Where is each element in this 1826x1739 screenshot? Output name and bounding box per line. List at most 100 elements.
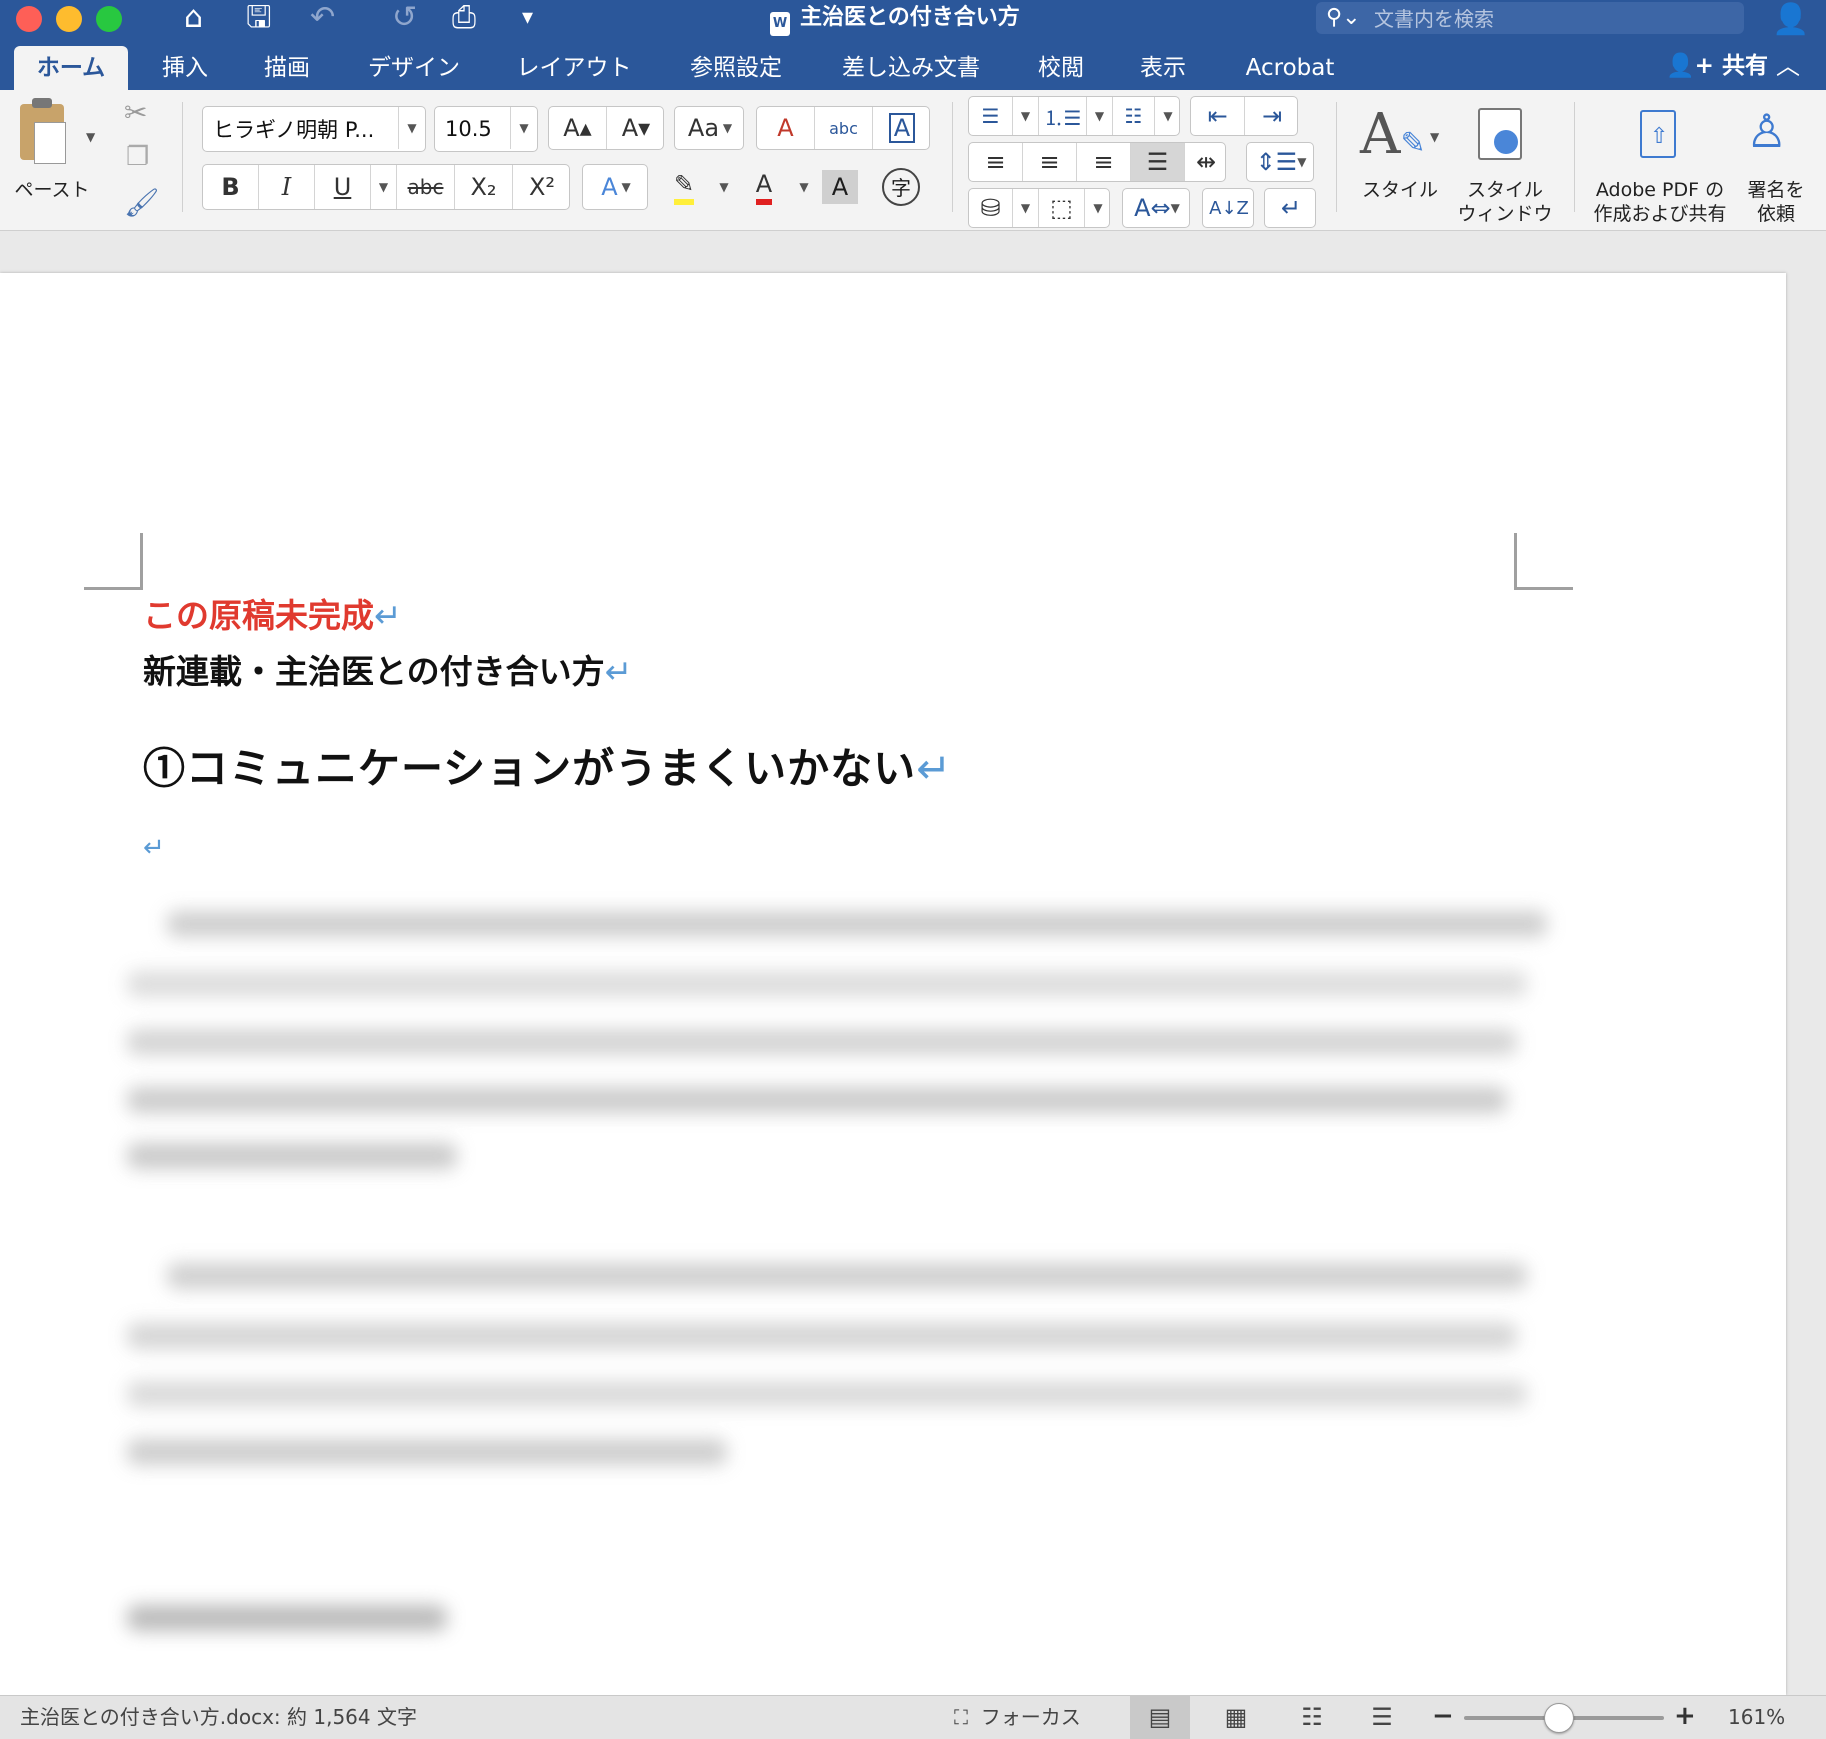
tab-design[interactable]: デザイン [356, 46, 472, 90]
styles-pane-icon[interactable] [1478, 108, 1522, 160]
bold-button[interactable]: B [203, 165, 259, 209]
document-page[interactable]: この原稿未完成↵ 新連載・主治医との付き合い方↵ ①コミュニケーションがうまくい… [0, 273, 1786, 1695]
tab-view[interactable]: 表示 [1128, 46, 1198, 90]
font-name-input[interactable] [211, 113, 395, 145]
styles-pane-label[interactable]: スタイル ウィンドウ [1452, 178, 1558, 226]
tab-home[interactable]: ホーム [14, 46, 128, 90]
draft-view-button[interactable]: ☰ [1352, 1696, 1412, 1739]
align-center-button[interactable]: ≡ [1023, 143, 1077, 181]
tab-references[interactable]: 参照設定 [680, 46, 792, 90]
grow-font-button[interactable]: A▴ [549, 107, 607, 149]
styles-options-caret[interactable]: ▼ [1430, 130, 1439, 144]
home-icon[interactable]: ⌂ [184, 0, 203, 36]
tab-acrobat[interactable]: Acrobat [1232, 46, 1348, 90]
highlight-options-caret[interactable]: ▼ [712, 164, 736, 210]
undo-icon[interactable]: ↶ [310, 0, 335, 36]
asian-layout-button[interactable]: A⇔ ▼ [1123, 189, 1191, 227]
underline-options-caret[interactable]: ▼ [371, 165, 397, 209]
zoom-in-button[interactable]: + [1674, 1696, 1696, 1737]
word-count[interactable]: 主治医との付き合い方.docx: 約 1,564 文字 [20, 1696, 417, 1739]
search-input[interactable] [1372, 4, 1736, 34]
italic-button[interactable]: I [259, 165, 315, 209]
align-left-button[interactable]: ≡ [969, 143, 1023, 181]
multilevel-list-button[interactable]: ☷ [1113, 97, 1155, 135]
article-title[interactable]: ①コミュニケーションがうまくいかない↵ [143, 735, 952, 796]
numbering-button[interactable]: ⒈☰ [1039, 97, 1087, 135]
copy-icon[interactable]: ❐ [126, 142, 149, 172]
character-shading-button[interactable]: A [822, 170, 858, 204]
paste-button-label[interactable]: ペースト [12, 178, 92, 202]
shading-button[interactable]: ⛁ [969, 189, 1013, 227]
font-size-combo[interactable]: ▼ [434, 106, 538, 152]
print-layout-view-button[interactable]: ▤ [1130, 1696, 1190, 1739]
phonetic-guide-button[interactable]: abc [815, 107, 873, 149]
styles-button-label[interactable]: スタイル [1352, 178, 1448, 202]
tab-review[interactable]: 校閲 [1026, 46, 1096, 90]
zoom-slider-thumb[interactable] [1544, 1703, 1574, 1733]
request-signature-label[interactable]: 署名を 依頼 [1736, 178, 1816, 226]
customize-toolbar-icon[interactable]: ▾ [522, 0, 533, 36]
tab-draw[interactable]: 描画 [252, 46, 322, 90]
enclose-characters-button[interactable]: 字 [882, 168, 920, 206]
zoom-out-button[interactable]: − [1432, 1696, 1454, 1737]
font-color-options-caret[interactable]: ▼ [792, 164, 816, 210]
text-effects-button[interactable]: A ▼ [583, 165, 649, 209]
show-formatting-marks-button[interactable]: ↵ [1265, 189, 1317, 227]
decrease-indent-button[interactable]: ⇤ [1191, 97, 1245, 135]
tab-insert[interactable]: 挿入 [150, 46, 220, 90]
clipboard-icon[interactable] [20, 98, 66, 164]
pdf-share-icon[interactable]: ⇧ [1640, 110, 1676, 158]
zoom-level[interactable]: 161% [1728, 1696, 1785, 1739]
collapse-ribbon-button[interactable]: ︿ [1776, 46, 1800, 86]
highlight-button[interactable]: ✎ [656, 164, 712, 210]
borders-button[interactable]: ⬚ [1039, 189, 1085, 227]
minimize-window-button[interactable] [56, 6, 82, 32]
multilevel-options-caret[interactable]: ▼ [1155, 97, 1181, 135]
tab-mailings[interactable]: 差し込み文書 [832, 46, 990, 90]
strikethrough-button[interactable]: abc [397, 165, 455, 209]
format-painter-icon[interactable]: 🖌 [124, 186, 160, 219]
shading-options-caret[interactable]: ▼ [1013, 189, 1039, 227]
close-window-button[interactable] [16, 6, 42, 32]
change-case-button[interactable]: Aa ▼ [675, 107, 745, 149]
numbering-options-caret[interactable]: ▼ [1087, 97, 1113, 135]
line-spacing-button[interactable]: ⇕☰ ▼ [1247, 143, 1315, 181]
adobe-pdf-button-label[interactable]: Adobe PDF の 作成および共有 [1584, 178, 1736, 226]
share-button[interactable]: 👤+ 共有 [1666, 46, 1768, 86]
superscript-button[interactable]: X² [513, 165, 571, 209]
styles-gallery-icon[interactable]: A✎ [1360, 102, 1426, 167]
clear-formatting-button[interactable]: A [757, 107, 815, 149]
underline-button[interactable]: U [315, 165, 371, 209]
subscript-button[interactable]: X₂ [455, 165, 513, 209]
account-icon[interactable]: 👤 [1772, 2, 1809, 37]
bullets-options-caret[interactable]: ▼ [1013, 97, 1039, 135]
distributed-button[interactable]: ⇹ [1185, 143, 1227, 181]
font-name-combo[interactable]: ▼ [202, 106, 426, 152]
document-canvas[interactable]: この原稿未完成↵ 新連載・主治医との付き合い方↵ ①コミュニケーションがうまくい… [0, 231, 1826, 1695]
increase-indent-button[interactable]: ⇥ [1245, 97, 1299, 135]
document-search[interactable]: ⚲⌄ [1316, 2, 1744, 34]
borders-options-caret[interactable]: ▼ [1085, 189, 1111, 227]
sort-button[interactable]: A↓Z [1203, 189, 1255, 227]
series-heading[interactable]: 新連載・主治医との付き合い方↵ [143, 645, 632, 693]
empty-paragraph[interactable]: ↵ [143, 833, 165, 863]
align-right-button[interactable]: ≡ [1077, 143, 1131, 181]
web-layout-view-button[interactable]: ▦ [1206, 1696, 1266, 1739]
print-icon[interactable]: ⎙ [452, 0, 476, 36]
cut-icon[interactable]: ✂ [124, 96, 147, 129]
character-border-button[interactable]: A [873, 107, 931, 149]
bullets-button[interactable]: ☰ [969, 97, 1013, 135]
font-size-input[interactable] [443, 113, 511, 145]
unfinished-note[interactable]: この原稿未完成↵ [143, 589, 402, 637]
tab-layout[interactable]: レイアウト [506, 46, 642, 90]
outline-view-button[interactable]: ☷ [1282, 1696, 1342, 1739]
focus-mode-button[interactable]: ⛶ フォーカス [954, 1696, 1081, 1739]
zoom-window-button[interactable] [96, 6, 122, 32]
chevron-down-icon[interactable]: ▼ [510, 107, 537, 149]
paste-options-caret[interactable]: ▼ [86, 130, 95, 144]
signature-request-icon[interactable]: ♙ [1746, 104, 1787, 158]
font-color-button[interactable]: A [736, 164, 792, 210]
justify-button[interactable]: ☰ [1131, 143, 1185, 181]
chevron-down-icon[interactable]: ▼ [398, 107, 425, 149]
save-icon[interactable]: 🖫 [246, 0, 272, 36]
